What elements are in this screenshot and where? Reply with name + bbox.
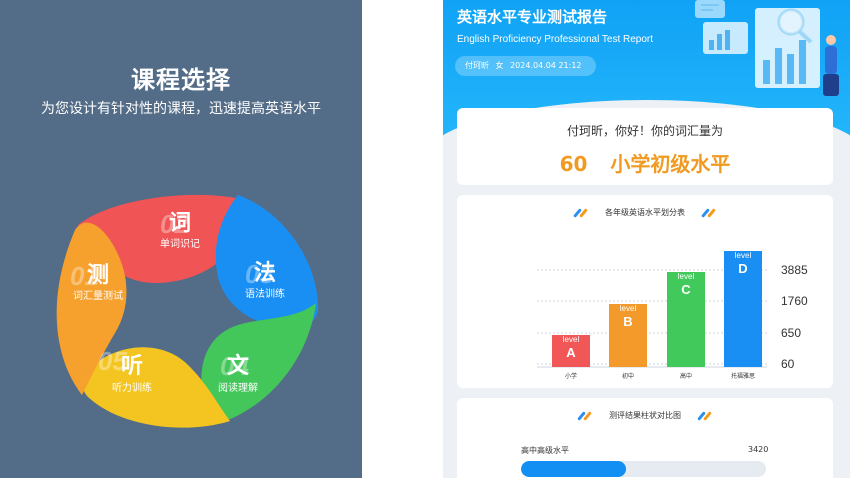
compare-row-label: 高中高级水平 — [521, 446, 569, 455]
petal-label-reading: 阅读理解 — [218, 381, 258, 394]
user-time: 2024.04.04 21:12 — [510, 61, 582, 70]
y-tick-label: 650 — [781, 326, 801, 340]
vocab-score: 60 — [559, 152, 588, 176]
x-tick-label: 高中 — [680, 372, 692, 380]
report-title: 英语水平专业测试报告 — [457, 8, 608, 26]
compare-title: 测评结果柱状对比图 — [609, 411, 681, 420]
compare-progress-fill — [521, 461, 627, 477]
petal-char-test: 测 — [87, 263, 109, 288]
y-tick-label: 1760 — [781, 294, 808, 308]
petal-label-vocab: 单词识记 — [160, 238, 200, 250]
course-petal-wheel: 02 03 04 05 01 词 单词识记 法 语法训练 文 阅读理解 听 听力… — [56, 194, 319, 428]
course-selection-panel: 课程选择 为您设计有针对性的课程，迅速提高英语水平 02 03 04 05 01… — [0, 0, 362, 478]
bar-letter: A — [566, 345, 576, 360]
bar-level-label: level — [563, 335, 580, 344]
petal-label-grammar: 语法训练 — [245, 287, 285, 300]
bar-letter: B — [623, 314, 632, 329]
x-tick-label: 托福雅思 — [731, 372, 755, 380]
y-tick-label: 3885 — [781, 263, 808, 277]
bar-level-label: level — [620, 304, 637, 313]
score-line: 60 小学初级水平 — [457, 148, 833, 177]
petal-label-test: 词汇量测试 — [73, 289, 123, 302]
greeting-text: 付珂昕，你好！你的词汇量为 — [566, 124, 723, 138]
analytics-illustration-icon — [695, 0, 839, 96]
bar-level-label: level — [678, 272, 695, 281]
user-gender: 女 — [495, 61, 504, 70]
report-panel: 英语水平专业测试报告 English Proficiency Professio… — [443, 0, 850, 478]
user-info-pill: 付珂昕 女 2024.04.04 21:12 — [455, 56, 596, 76]
course-subtitle: 为您设计有针对性的课程，迅速提高英语水平 — [41, 101, 321, 117]
petal-char-grammar: 法 — [254, 261, 276, 286]
compare-progress-track — [521, 461, 766, 477]
y-tick-label: 60 — [781, 357, 795, 371]
result-card: 付珂昕，你好！你的词汇量为 60 小学初级水平 — [457, 108, 833, 185]
x-tick-label: 初中 — [622, 372, 634, 380]
petal-char-listening: 听 — [121, 354, 143, 379]
petal-label-listening: 听力训练 — [112, 381, 152, 394]
level-text: 小学初级水平 — [610, 152, 731, 176]
page-root: 课程选择 为您设计有针对性的课程，迅速提高英语水平 02 03 04 05 01… — [0, 0, 850, 478]
bar-letter: C — [681, 282, 691, 297]
compare-row-value: 3420 — [748, 445, 769, 454]
compare-heading: 测评结果柱状对比图 — [457, 410, 833, 421]
grade-bar-chart: 3885176065060levelA小学levelB初中levelC高中lev… — [537, 251, 808, 380]
pencil-icon — [577, 410, 593, 421]
x-tick-label: 小学 — [565, 372, 577, 380]
grade-chart-card: 各年级英语水平划分表 3885 1760 650 60 level A 小学 level B 初中… — [457, 195, 833, 388]
report-subtitle: English Proficiency Professional Test Re… — [457, 34, 654, 45]
bar-letter: D — [738, 261, 747, 276]
petal-char-vocab: 词 — [169, 211, 191, 236]
user-name: 付珂昕 — [465, 61, 489, 70]
pencil-icon — [696, 410, 712, 421]
petal-char-reading: 文 — [227, 353, 250, 379]
course-title: 课程选择 — [131, 66, 231, 94]
bar-level-label: level — [735, 251, 752, 260]
